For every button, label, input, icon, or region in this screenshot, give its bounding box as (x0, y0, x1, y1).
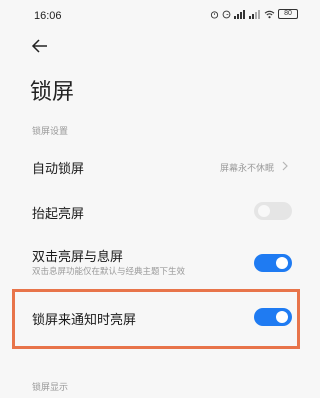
status-time: 16:06 (34, 10, 62, 22)
toggle-knob (258, 205, 270, 217)
double-tap-toggle[interactable] (254, 254, 292, 272)
status-icons: 80 (210, 9, 298, 19)
auto-lock-title: 自动锁屏 (32, 162, 85, 177)
double-tap-subtitle: 双击息屏功能仅在默认与经典主题下生效 (32, 267, 186, 277)
signal-icon-2 (249, 9, 260, 19)
raise-to-wake-toggle[interactable] (254, 202, 292, 220)
alarm-icon (210, 10, 219, 19)
notify-wake-title: 锁屏来通知时亮屏 (32, 313, 137, 328)
auto-lock-value: 屏幕永不休眠 (219, 164, 274, 174)
section-header-lock-display: 锁屏显示 (32, 383, 69, 393)
raise-to-wake-row: 抬起亮屏 (0, 196, 316, 226)
back-button[interactable] (30, 36, 50, 56)
signal-icon (234, 9, 245, 19)
toggle-knob (276, 257, 288, 269)
wifi-icon (264, 10, 275, 18)
notify-wake-toggle[interactable] (254, 308, 292, 326)
double-tap-title: 双击亮屏与息屏 (32, 250, 124, 265)
arrow-left-icon (31, 39, 47, 53)
clock-icon (222, 10, 231, 18)
raise-to-wake-title: 抬起亮屏 (32, 207, 85, 222)
page-title: 锁屏 (30, 80, 75, 105)
battery-icon: 80 (278, 9, 298, 19)
double-tap-row: 双击亮屏与息屏 双击息屏功能仅在默认与经典主题下生效 (0, 243, 316, 283)
status-bar: 16:06 80 (0, 0, 316, 30)
notify-wake-row: 锁屏来通知时亮屏 (0, 303, 316, 333)
chevron-right-icon (282, 161, 288, 171)
auto-lock-row[interactable]: 自动锁屏 屏幕永不休眠 (0, 150, 316, 182)
section-header-lock-settings: 锁屏设置 (32, 127, 69, 137)
toggle-knob (276, 311, 288, 323)
